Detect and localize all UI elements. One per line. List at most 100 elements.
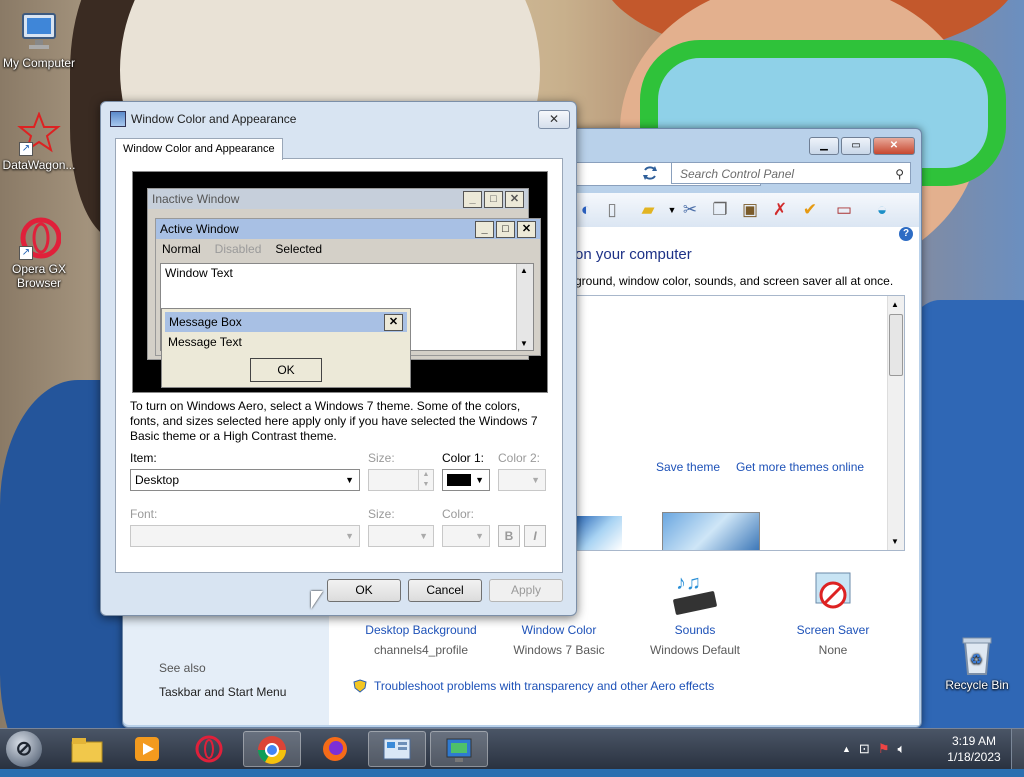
chevron-down-icon: ▼ <box>419 531 428 541</box>
desktop-icon-opera-gx[interactable]: ↗ Opera GX Browser <box>0 216 78 290</box>
preview-message-box[interactable]: Message Box ✕ Message Text OK <box>161 308 411 388</box>
desktop-icon-recycle-bin[interactable]: ♻ Recycle Bin <box>938 632 1016 692</box>
show-desktop-button[interactable] <box>1011 729 1024 769</box>
item-label[interactable]: Sounds <box>635 623 755 637</box>
theme-thumbnail[interactable] <box>576 516 622 550</box>
preview-menu-disabled[interactable]: Disabled <box>215 239 262 259</box>
maximize-icon: □ <box>484 191 503 208</box>
close-button[interactable]: ✕ <box>538 110 570 129</box>
globe-icon[interactable]: ◐ <box>575 199 597 221</box>
page-heading: on your computer <box>575 246 692 263</box>
taskbar-start-menu-link[interactable]: Taskbar and Start Menu <box>159 685 286 699</box>
close-button[interactable]: ✕ <box>873 137 915 155</box>
folder-icon[interactable]: ▰ <box>637 199 659 221</box>
scissors-icon[interactable]: ✂ <box>679 199 701 221</box>
font-color-picker[interactable]: ▼ <box>442 525 490 547</box>
preview-menu-bar[interactable]: Normal Disabled Selected <box>156 239 540 259</box>
preview-window-text-label: Window Text <box>165 266 233 280</box>
file-explorer-icon[interactable] <box>58 731 116 767</box>
cancel-button[interactable]: Cancel <box>408 579 482 602</box>
search-input[interactable]: Search Control Panel ⚲ <box>671 162 911 184</box>
ok-button[interactable]: OK <box>327 579 401 602</box>
paste-icon[interactable]: ▣ <box>739 199 761 221</box>
display-settings-icon[interactable] <box>430 731 488 767</box>
chevron-down-icon: ▼ <box>475 475 484 485</box>
item-sub: channels4_profile <box>373 643 469 657</box>
dialog-title: Window Color and Appearance <box>131 112 297 126</box>
panel-icon[interactable]: ▯ <box>601 199 623 221</box>
recycle-bin-icon: ♻ <box>955 632 999 676</box>
chrome-icon[interactable] <box>243 731 301 767</box>
item-value: Desktop <box>135 473 180 487</box>
checkmark-icon[interactable]: ✔ <box>799 199 821 221</box>
minimize-icon: _ <box>463 191 482 208</box>
item-label[interactable]: Desktop Background <box>361 623 481 637</box>
color2-picker[interactable]: ▼ <box>498 469 546 491</box>
screen-saver-item[interactable]: Screen Saver None <box>773 569 893 657</box>
media-player-icon[interactable] <box>118 731 176 767</box>
network-icon[interactable]: ⊡ <box>859 741 870 757</box>
scroll-up-icon[interactable]: ▲ <box>891 300 899 309</box>
minimize-button[interactable]: ▁ <box>809 137 839 155</box>
theme-thumbnail[interactable] <box>662 512 760 550</box>
search-icon[interactable]: ⚲ <box>895 163 904 185</box>
show-hidden-icons-icon[interactable]: ▲ <box>842 744 851 754</box>
preview-menu-normal[interactable]: Normal <box>162 239 201 259</box>
size-spinner[interactable]: ▲ ▼ <box>368 469 434 491</box>
clock[interactable]: 3:19 AM 1/18/2023 <box>944 733 1004 765</box>
color1-picker[interactable]: ▼ <box>442 469 490 491</box>
firefox-icon[interactable] <box>306 731 364 767</box>
start-button[interactable]: ⊘ <box>6 731 42 767</box>
close-icon: ✕ <box>548 112 560 126</box>
preview-msg-text: Message Text <box>168 335 242 349</box>
scroll-down-icon: ▼ <box>520 339 528 348</box>
action-center-icon[interactable]: ⚑ <box>878 741 890 757</box>
apply-button[interactable]: Apply <box>489 579 563 602</box>
get-more-themes-link[interactable]: Get more themes online <box>736 460 864 474</box>
desktop-icon-datawagon[interactable]: ↗ DataWagon... <box>0 111 78 172</box>
theme-list[interactable]: Save theme Get more themes online ▲ ▼ <box>575 295 905 551</box>
preview-ok-button[interactable]: OK <box>250 358 322 382</box>
appearance-preview[interactable]: Inactive Window _ □ ✕ Active Window _ □ ✕ No… <box>132 171 548 393</box>
help-icon[interactable]: ? <box>899 227 913 241</box>
tab-window-color[interactable]: Window Color and Appearance <box>115 138 283 160</box>
bold-button[interactable]: B <box>498 525 520 547</box>
italic-button[interactable]: I <box>524 525 546 547</box>
shell-icon[interactable]: ◒ <box>871 199 893 221</box>
copy-icon[interactable]: ❐ <box>709 199 731 221</box>
save-theme-link[interactable]: Save theme <box>656 460 720 474</box>
control-panel-icon[interactable] <box>368 731 426 767</box>
refresh-icon[interactable] <box>639 162 661 184</box>
rename-icon[interactable]: ▭ <box>833 199 855 221</box>
volume-icon[interactable]: 🔈︎ <box>897 741 905 757</box>
svg-text:♻: ♻ <box>970 651 983 667</box>
item-label[interactable]: Window Color <box>499 623 619 637</box>
desktop-icon-my-computer[interactable]: My Computer <box>0 10 78 70</box>
scroll-up-icon: ▲ <box>520 266 528 275</box>
font-select[interactable]: ▼ <box>130 525 360 547</box>
minimize-icon: _ <box>475 221 494 238</box>
window-color-dialog: Window Color and Appearance ✕ Window Col… <box>100 101 577 616</box>
opera-gx-icon[interactable] <box>180 731 238 767</box>
font-size-select[interactable]: ▼ <box>368 525 434 547</box>
sounds-item[interactable]: ♪♫ Sounds Windows Default <box>635 569 755 657</box>
screen-saver-icon <box>773 569 893 619</box>
troubleshoot-link[interactable]: Troubleshoot problems with transparency … <box>353 679 714 693</box>
delete-icon[interactable]: ✗ <box>769 199 791 221</box>
item-label[interactable]: Screen Saver <box>773 623 893 637</box>
scrollbar-thumb[interactable] <box>889 314 903 376</box>
maximize-icon: □ <box>496 221 515 238</box>
color2-label: Color 2: <box>498 451 541 465</box>
preview-menu-selected[interactable]: Selected <box>275 239 322 259</box>
sounds-icon: ♪♫ <box>635 569 755 619</box>
item-sub: None <box>818 643 848 657</box>
desktop-icon-label: Opera GX Browser <box>11 262 67 290</box>
chevron-down-icon: ▼ <box>475 531 484 541</box>
scrollbar[interactable]: ▲ ▼ <box>887 296 904 550</box>
item-select[interactable]: Desktop ▼ <box>130 469 360 491</box>
maximize-button[interactable]: ▭ <box>841 137 871 155</box>
scroll-down-icon[interactable]: ▼ <box>891 537 899 546</box>
preview-scrollbar[interactable]: ▲ ▼ <box>516 264 533 350</box>
close-icon: ✕ <box>384 314 403 331</box>
close-icon: ✕ <box>517 221 536 238</box>
